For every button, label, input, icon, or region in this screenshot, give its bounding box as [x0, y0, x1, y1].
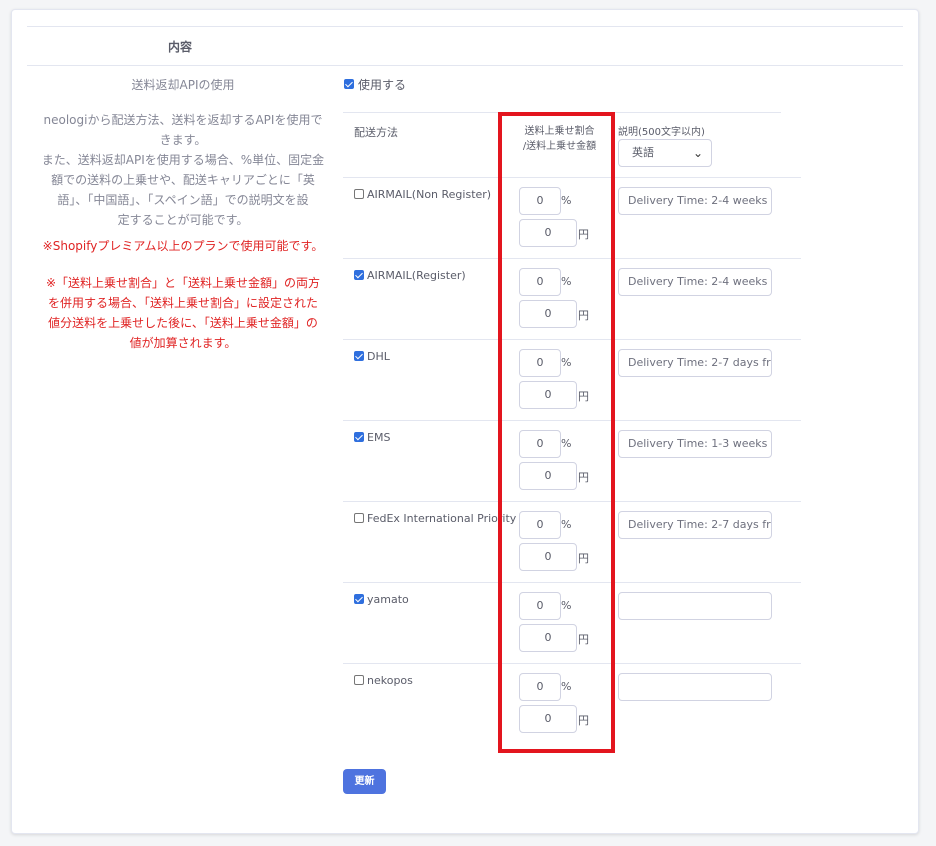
api-description-line: きます。: [159, 133, 207, 147]
method-checkbox[interactable]: [354, 189, 364, 199]
language-select[interactable]: 英語 ⌄: [618, 139, 712, 167]
description-input[interactable]: [618, 592, 772, 620]
method-name: nekopos: [367, 674, 413, 687]
method-name: yamato: [367, 593, 409, 606]
method-checkbox[interactable]: [354, 513, 364, 523]
description-input[interactable]: Delivery Time: 1-3 weeks fr: [618, 430, 772, 458]
api-description-line: 語」、「中国語」、「スペイン語」での説明文を設: [57, 193, 309, 207]
chevron-down-icon: ⌄: [692, 146, 703, 160]
api-usage-title: 送料返却APIの使用: [131, 78, 235, 92]
update-button[interactable]: 更新: [343, 769, 386, 794]
combination-notice-line: 値分送料を上乗せした後に、「送料上乗せ金額」の: [48, 316, 318, 330]
method-checkbox[interactable]: [354, 270, 364, 280]
use-api-checkbox[interactable]: [344, 79, 354, 89]
combination-notice-line: ※「送料上乗せ割合」と「送料上乗せ金額」の両方: [45, 276, 321, 290]
plan-notice: ※Shopifyプレミアム以上のプランで使用可能です。: [42, 239, 324, 253]
method-name: FedEx International Priority: [367, 512, 517, 525]
method-checkbox[interactable]: [354, 432, 364, 442]
combination-notice-line: を併用する場合、「送料上乗せ割合」に設定された: [47, 296, 318, 310]
method-checkbox[interactable]: [354, 351, 364, 361]
description-input[interactable]: Delivery Time: 2-4 weeks fr: [618, 187, 772, 215]
api-description-line: 額での送料の上乗せや、配送キャリアごとに「英: [51, 173, 315, 187]
use-api-label[interactable]: 使用する: [358, 76, 406, 93]
header-top-divider: [27, 26, 903, 27]
api-description-line: また、送料返却APIを使用する場合、%単位、固定金: [41, 153, 325, 167]
api-description-line: neologiから配送方法、送料を返却するAPIを使用で: [43, 113, 323, 127]
header-bottom-divider: [27, 65, 903, 66]
method-name: AIRMAIL(Register): [367, 269, 466, 282]
section-title: 内容: [168, 40, 193, 54]
description-input[interactable]: Delivery Time: 2-7 days fro: [618, 511, 772, 539]
description-input[interactable]: [618, 673, 772, 701]
api-description-line: 定することが可能です。: [117, 213, 249, 227]
method-name: DHL: [367, 350, 390, 363]
method-name: AIRMAIL(Non Register): [367, 188, 492, 201]
language-select-value: 英語: [632, 146, 654, 159]
column-header-method: 配送方法: [354, 126, 398, 139]
description-input[interactable]: Delivery Time: 2-7 days fro: [618, 349, 772, 377]
api-description: neologiから配送方法、送料を返却するAPIを使用で きます。 また、送料返…: [33, 110, 333, 230]
column-header-description: 説明(500文字以内): [618, 127, 705, 138]
method-checkbox[interactable]: [354, 675, 364, 685]
combination-notice: ※「送料上乗せ割合」と「送料上乗せ金額」の両方 を併用する場合、「送料上乗せ割合…: [33, 273, 333, 353]
combination-notice-line: 値が加算されます。: [129, 336, 237, 350]
method-checkbox[interactable]: [354, 594, 364, 604]
markup-column-highlight: [498, 112, 615, 753]
method-name: EMS: [367, 431, 391, 444]
description-input[interactable]: Delivery Time: 2-4 weeks fr: [618, 268, 772, 296]
